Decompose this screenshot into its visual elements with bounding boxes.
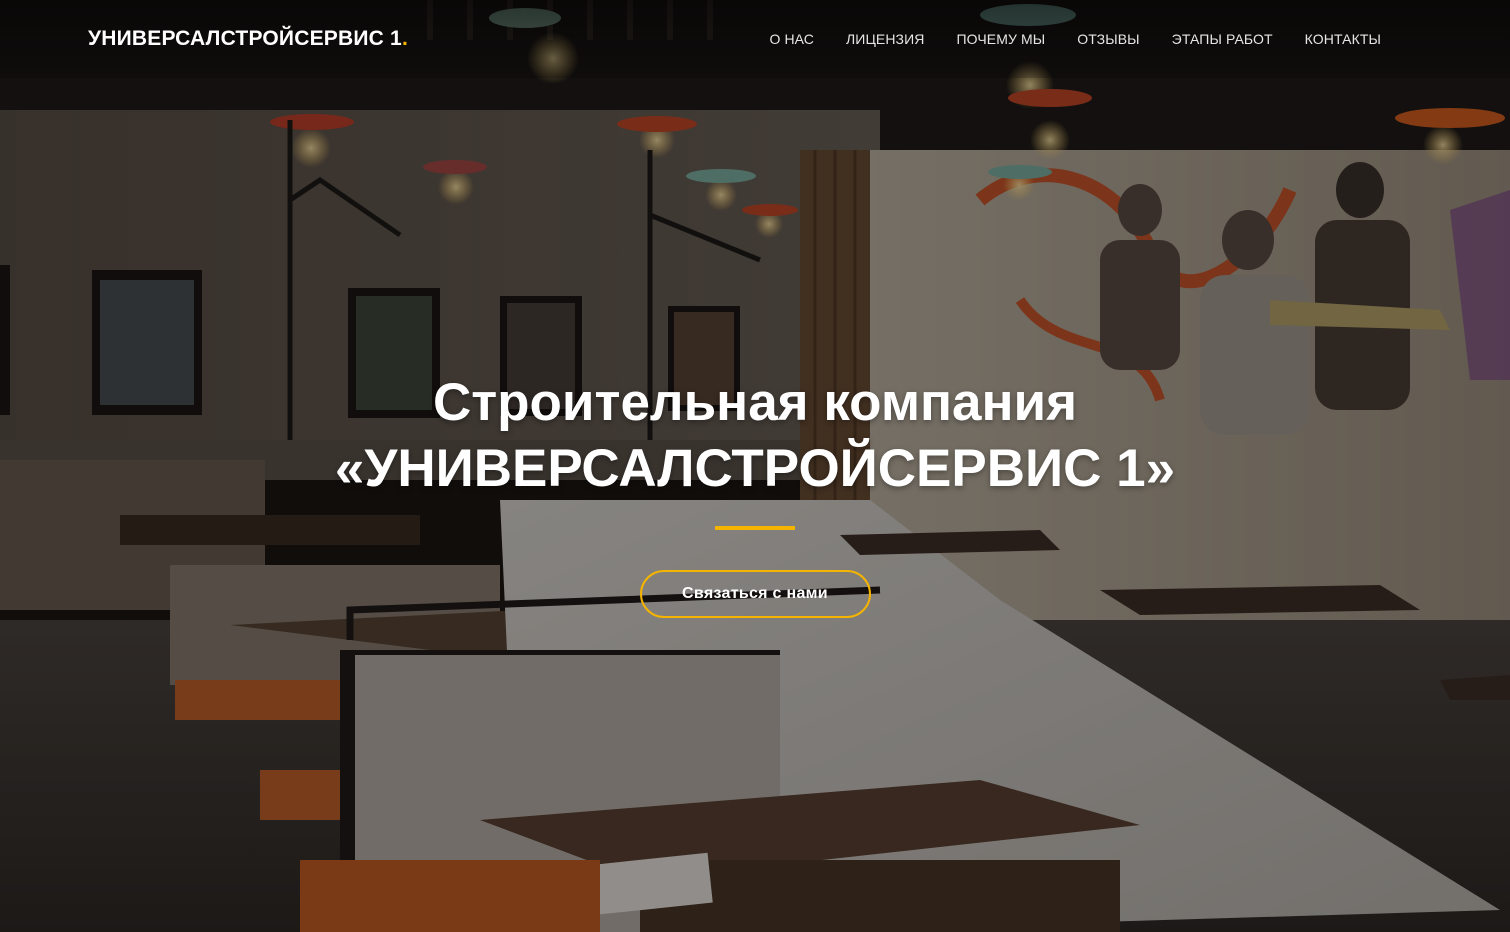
brand-logo[interactable]: УНИВЕРСАЛСТРОЙСЕРВИС 1. xyxy=(88,27,408,51)
hero-content: Строительная компания «УНИВЕРСАЛСТРОЙСЕР… xyxy=(0,370,1510,618)
hero-title-line2: «УНИВЕРСАЛСТРОЙСЕРВИС 1» xyxy=(334,439,1176,498)
nav-link-license[interactable]: ЛИЦЕНЗИЯ xyxy=(846,31,924,47)
hero-title: Строительная компания «УНИВЕРСАЛСТРОЙСЕР… xyxy=(0,370,1510,502)
brand-name: УНИВЕРСАЛСТРОЙСЕРВИС 1 xyxy=(88,27,402,50)
nav-link-contacts[interactable]: КОНТАКТЫ xyxy=(1305,31,1381,47)
title-divider xyxy=(715,526,795,530)
nav-item-contacts: КОНТАКТЫ xyxy=(1305,31,1381,49)
top-navbar: УНИВЕРСАЛСТРОЙСЕРВИС 1. О НАС ЛИЦЕНЗИЯ П… xyxy=(0,0,1510,78)
nav-link-why-us[interactable]: ПОЧЕМУ МЫ xyxy=(956,31,1045,47)
hero-section: УНИВЕРСАЛСТРОЙСЕРВИС 1. О НАС ЛИЦЕНЗИЯ П… xyxy=(0,0,1510,932)
nav-item-why-us: ПОЧЕМУ МЫ xyxy=(956,31,1045,49)
nav-link-work-stages[interactable]: ЭТАПЫ РАБОТ xyxy=(1172,31,1273,47)
main-nav: О НАС ЛИЦЕНЗИЯ ПОЧЕМУ МЫ ОТЗЫВЫ ЭТАПЫ РА… xyxy=(769,31,1381,49)
contact-us-button[interactable]: Связаться с нами xyxy=(639,570,871,618)
nav-link-reviews[interactable]: ОТЗЫВЫ xyxy=(1077,31,1139,47)
nav-item-license: ЛИЦЕНЗИЯ xyxy=(846,31,924,49)
brand-dot: . xyxy=(401,27,408,50)
nav-item-reviews: ОТЗЫВЫ xyxy=(1077,31,1139,49)
nav-link-about[interactable]: О НАС xyxy=(769,31,814,47)
hero-title-line1: Строительная компания xyxy=(432,373,1078,432)
nav-item-work-stages: ЭТАПЫ РАБОТ xyxy=(1172,31,1273,49)
nav-item-about: О НАС xyxy=(769,31,814,49)
